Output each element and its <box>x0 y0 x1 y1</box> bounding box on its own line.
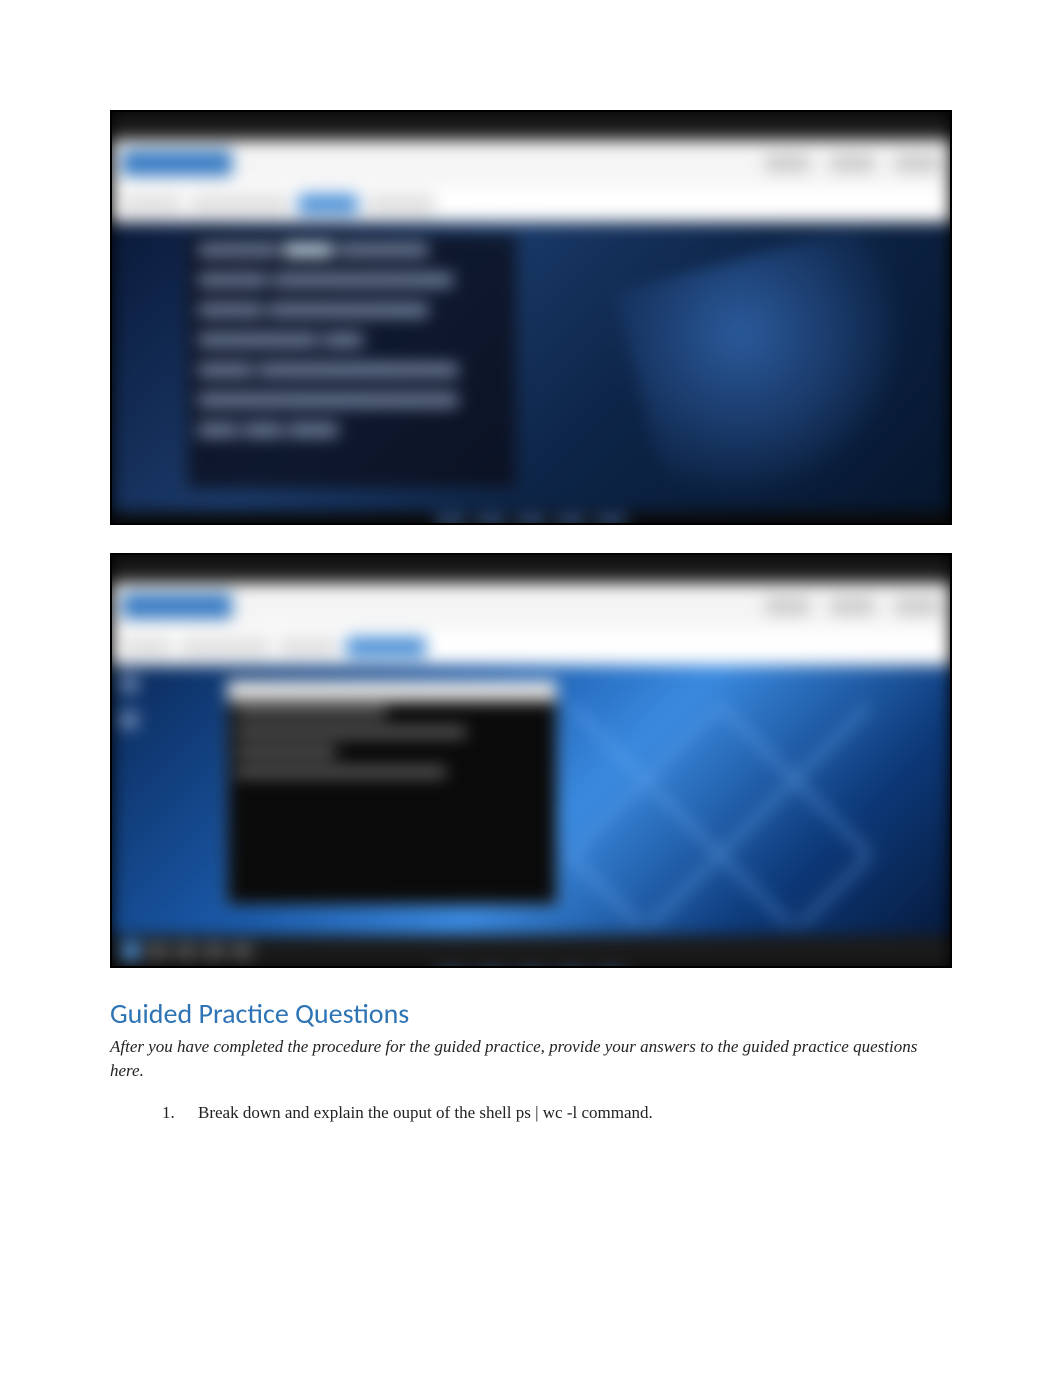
taskbar-item <box>516 516 546 525</box>
tab <box>122 637 172 657</box>
tab <box>190 194 290 214</box>
lab-logo <box>122 150 232 176</box>
taskbar-item <box>476 516 506 525</box>
lab-bottom-bar <box>112 512 950 525</box>
question-list: 1. Break down and explain the ouput of t… <box>110 1101 952 1125</box>
terminal-window <box>187 234 517 489</box>
question-text: Break down and explain the ouput of the … <box>198 1101 653 1125</box>
browser-titlebar <box>112 555 950 583</box>
blurred-content <box>112 112 950 523</box>
tab <box>122 194 182 214</box>
cmd-titlebar <box>228 681 556 701</box>
browser-titlebar <box>112 112 950 140</box>
lab-header <box>112 583 950 629</box>
linux-desktop <box>112 222 950 512</box>
header-item <box>895 597 940 615</box>
header-item <box>895 154 940 172</box>
desktop-icon <box>120 711 138 729</box>
header-item <box>830 597 875 615</box>
command-prompt-window <box>227 680 557 905</box>
header-item <box>830 154 875 172</box>
tab <box>180 637 270 657</box>
windows-desktop <box>112 665 950 935</box>
screenshot-linux-lab <box>110 110 952 525</box>
question-number: 1. <box>162 1101 180 1125</box>
lab-bottom-bar <box>112 967 950 968</box>
taskbar-item <box>176 943 196 959</box>
header-item <box>765 597 810 615</box>
tab-active <box>298 194 358 214</box>
blurred-content <box>112 555 950 966</box>
section-heading: Guided Practice Questions <box>110 996 952 1031</box>
taskbar-item <box>148 943 168 959</box>
taskbar-item <box>232 943 252 959</box>
question-item: 1. Break down and explain the ouput of t… <box>162 1101 952 1125</box>
tab-active <box>346 637 426 657</box>
cmd-body <box>228 701 556 793</box>
tab <box>366 194 436 214</box>
header-item <box>765 154 810 172</box>
header-controls <box>765 154 940 172</box>
taskbar-item <box>556 516 586 525</box>
taskbar-item <box>436 516 466 525</box>
screenshot-windows-lab <box>110 553 952 968</box>
taskbar-item <box>204 943 224 959</box>
taskbar-item <box>596 516 626 525</box>
lab-header <box>112 140 950 186</box>
windows-taskbar <box>112 935 950 967</box>
document-page: Guided Practice Questions After you have… <box>0 0 1062 1184</box>
start-button-icon <box>122 942 140 960</box>
header-controls <box>765 597 940 615</box>
lab-tabs <box>112 186 950 222</box>
desktop-icons <box>120 675 138 729</box>
lab-logo <box>122 593 232 619</box>
desktop-icon <box>120 675 138 693</box>
section-instructions: After you have completed the procedure f… <box>110 1035 952 1083</box>
tab <box>278 637 338 657</box>
lab-tabs <box>112 629 950 665</box>
